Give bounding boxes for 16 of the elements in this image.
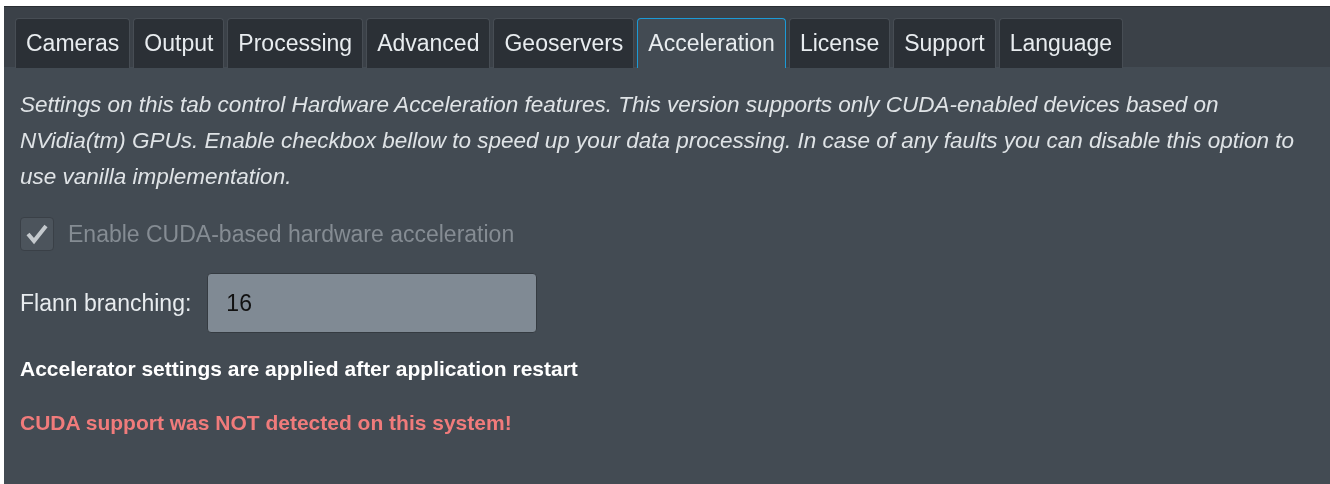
- tab[interactable]: Geoservers: [493, 18, 635, 68]
- tab[interactable]: Cameras: [15, 18, 131, 68]
- tab[interactable]: Processing: [227, 18, 364, 68]
- field-label: Flann branching:: [20, 289, 192, 317]
- tab[interactable]: Support: [893, 18, 996, 68]
- error-message: CUDA support was NOT detected on this system!: [20, 411, 513, 435]
- tab[interactable]: License: [788, 18, 891, 68]
- tab[interactable]: Output: [133, 18, 225, 68]
- description-text: Settings on this tab control Hardware Acceleration features. This version supports only CUDA-enabled devices based on NVidia(tm) GPUs. Enable checkbox bellow to speed up your data processing. In case of any faults you can disable this option to use vanilla implementation.: [20, 91, 1296, 191]
- checkbox-label: Enable CUDA-based hardware acceleration: [68, 220, 515, 248]
- tab[interactable]: Acceleration: [637, 18, 786, 68]
- tab[interactable]: Language: [998, 18, 1124, 68]
- note-text: Accelerator settings are applied after application restart: [20, 357, 579, 381]
- check-icon: [25, 223, 49, 245]
- tab[interactable]: Advanced: [366, 18, 491, 68]
- input-field[interactable]: 16: [207, 273, 538, 333]
